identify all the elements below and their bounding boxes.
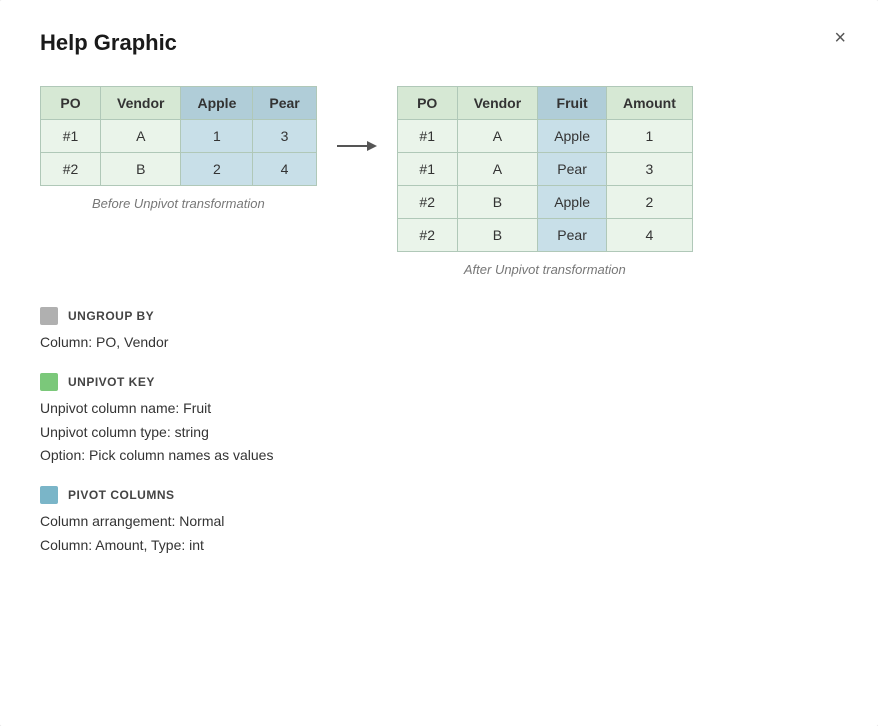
after-col-fruit: Fruit <box>538 87 607 120</box>
help-dialog: Help Graphic × PO Vendor Apple Pear #1 A <box>0 0 878 726</box>
before-col-pear: Pear <box>253 87 316 120</box>
table-row: #2 B Pear 4 <box>397 219 692 252</box>
cell: A <box>101 120 181 153</box>
before-col-vendor: Vendor <box>101 87 181 120</box>
cell: Apple <box>538 120 607 153</box>
cell: #2 <box>397 219 457 252</box>
legend-section: UNGROUP BY Column: PO, Vendor UNPIVOT KE… <box>40 307 838 558</box>
table-row: #1 A Pear 3 <box>397 153 692 186</box>
cell: #1 <box>397 120 457 153</box>
unpivot-label: UNPIVOT KEY <box>68 375 155 389</box>
cell: #1 <box>397 153 457 186</box>
cell: 2 <box>607 186 693 219</box>
cell: 1 <box>181 120 253 153</box>
cell: B <box>457 219 537 252</box>
unpivot-desc: Unpivot column name: Fruit Unpivot colum… <box>40 397 838 468</box>
after-table-block: PO Vendor Fruit Amount #1 A Apple 1 #1 <box>397 86 693 277</box>
cell: Pear <box>538 219 607 252</box>
legend-unpivot-header: UNPIVOT KEY <box>40 373 838 391</box>
close-button[interactable]: × <box>830 24 850 52</box>
before-col-apple: Apple <box>181 87 253 120</box>
after-col-amount: Amount <box>607 87 693 120</box>
ungroup-desc: Column: PO, Vendor <box>40 331 838 355</box>
pivot-color-box <box>40 486 58 504</box>
pivot-line-1: Column arrangement: Normal <box>40 510 838 534</box>
legend-ungroup: UNGROUP BY Column: PO, Vendor <box>40 307 838 355</box>
unpivot-color-box <box>40 373 58 391</box>
cell: 4 <box>253 153 316 186</box>
pivot-label: PIVOT COLUMNS <box>68 488 175 502</box>
table-row: #1 A 1 3 <box>41 120 317 153</box>
table-row: #2 B Apple 2 <box>397 186 692 219</box>
cell: Apple <box>538 186 607 219</box>
cell: 3 <box>253 120 316 153</box>
cell: A <box>457 153 537 186</box>
cell: 2 <box>181 153 253 186</box>
table-row: #2 B 2 4 <box>41 153 317 186</box>
ungroup-label: UNGROUP BY <box>68 309 154 323</box>
unpivot-line-1: Unpivot column name: Fruit <box>40 397 838 421</box>
before-table-caption: Before Unpivot transformation <box>92 196 265 211</box>
cell: #2 <box>41 153 101 186</box>
ungroup-line-1: Column: PO, Vendor <box>40 331 838 355</box>
unpivot-line-2: Unpivot column type: string <box>40 421 838 445</box>
cell: 4 <box>607 219 693 252</box>
cell: B <box>101 153 181 186</box>
arrow-block <box>317 136 397 156</box>
arrow-icon <box>337 136 377 156</box>
legend-pivot-columns: PIVOT COLUMNS Column arrangement: Normal… <box>40 486 838 558</box>
cell: A <box>457 120 537 153</box>
table-row: #1 A Apple 1 <box>397 120 692 153</box>
cell: #1 <box>41 120 101 153</box>
cell: 1 <box>607 120 693 153</box>
cell: B <box>457 186 537 219</box>
after-col-vendor: Vendor <box>457 87 537 120</box>
cell: Pear <box>538 153 607 186</box>
after-col-po: PO <box>397 87 457 120</box>
legend-pivot-header: PIVOT COLUMNS <box>40 486 838 504</box>
after-table: PO Vendor Fruit Amount #1 A Apple 1 #1 <box>397 86 693 252</box>
after-table-caption: After Unpivot transformation <box>464 262 626 277</box>
before-table-block: PO Vendor Apple Pear #1 A 1 3 #2 <box>40 86 317 211</box>
dialog-title: Help Graphic <box>40 30 838 56</box>
unpivot-line-3: Option: Pick column names as values <box>40 444 838 468</box>
pivot-line-2: Column: Amount, Type: int <box>40 534 838 558</box>
legend-unpivot-key: UNPIVOT KEY Unpivot column name: Fruit U… <box>40 373 838 468</box>
pivot-desc: Column arrangement: Normal Column: Amoun… <box>40 510 838 558</box>
cell: 3 <box>607 153 693 186</box>
cell: #2 <box>397 186 457 219</box>
before-col-po: PO <box>41 87 101 120</box>
before-table: PO Vendor Apple Pear #1 A 1 3 #2 <box>40 86 317 186</box>
ungroup-color-box <box>40 307 58 325</box>
legend-ungroup-header: UNGROUP BY <box>40 307 838 325</box>
tables-section: PO Vendor Apple Pear #1 A 1 3 #2 <box>40 86 838 277</box>
